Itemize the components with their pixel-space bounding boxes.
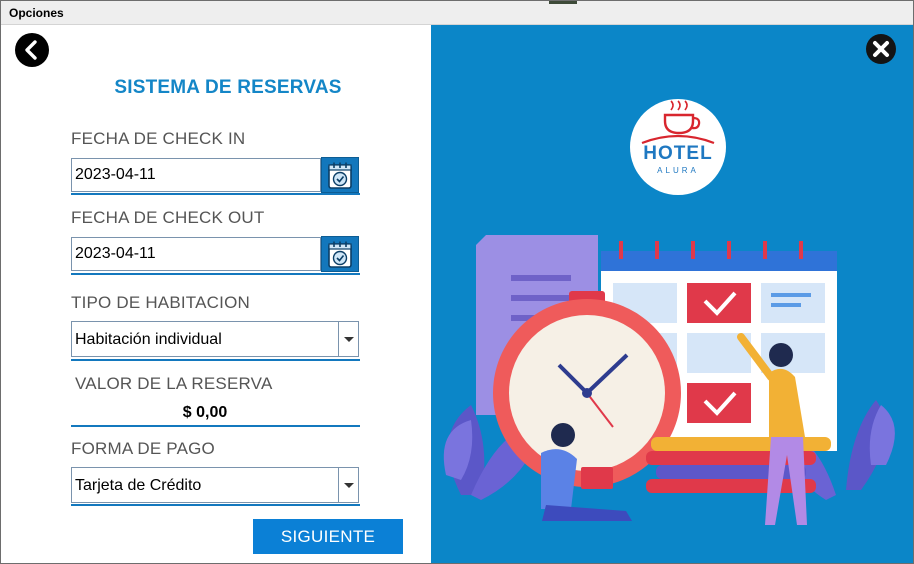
chevron-down-icon bbox=[344, 483, 354, 488]
checkout-label: FECHA DE CHECK OUT bbox=[71, 208, 265, 227]
calendar-icon bbox=[328, 241, 352, 268]
hotel-logo: HOTEL ALURA bbox=[630, 99, 726, 195]
checkout-date-input[interactable]: 2023-04-11 bbox=[71, 237, 321, 271]
checkin-calendar-button[interactable] bbox=[321, 157, 359, 193]
payment-method-label: FORMA DE PAGO bbox=[71, 439, 215, 458]
next-button[interactable]: SIGUIENTE bbox=[253, 519, 403, 554]
window-title: Opciones bbox=[9, 6, 64, 20]
checkin-date-input[interactable]: 2023-04-11 bbox=[71, 158, 321, 192]
logo-sub-text: ALURA bbox=[657, 166, 699, 175]
form-heading: SISTEMA DE RESERVAS bbox=[114, 77, 342, 98]
payment-method-selected-value: Tarjeta de Crédito bbox=[75, 477, 202, 494]
reservation-value-amount: $ 0,00 bbox=[182, 404, 228, 421]
coffee-cup-icon bbox=[641, 100, 715, 145]
close-icon bbox=[873, 41, 889, 57]
room-type-dropdown-button[interactable] bbox=[338, 322, 358, 356]
calendar-icon bbox=[328, 162, 352, 189]
title-bar[interactable]: Opciones bbox=[1, 1, 913, 25]
room-type-selected-value: Habitación individual bbox=[75, 331, 222, 348]
checkout-calendar-button[interactable] bbox=[321, 236, 359, 272]
back-button[interactable] bbox=[15, 33, 49, 67]
room-type-select[interactable]: Habitación individual bbox=[71, 321, 359, 357]
reservation-illustration bbox=[443, 235, 895, 525]
room-type-underline bbox=[71, 359, 360, 361]
back-arrow-icon bbox=[25, 40, 37, 60]
illustration-panel: HOTEL ALURA bbox=[431, 25, 913, 563]
checkin-label: FECHA DE CHECK IN bbox=[71, 129, 246, 148]
payment-method-dropdown-button[interactable] bbox=[338, 468, 358, 502]
close-button[interactable] bbox=[866, 34, 896, 64]
chevron-down-icon bbox=[344, 337, 354, 342]
logo-main-text: HOTEL bbox=[643, 143, 713, 164]
reservation-value-underline bbox=[71, 425, 360, 427]
reservation-window: Opciones SISTEMA DE RESERVAS FECHA DE CH… bbox=[0, 0, 914, 564]
reservation-form-panel: SISTEMA DE RESERVAS FECHA DE CHECK IN 20… bbox=[1, 25, 431, 563]
payment-method-select[interactable]: Tarjeta de Crédito bbox=[71, 467, 359, 503]
checkin-underline bbox=[71, 193, 360, 195]
checkout-underline bbox=[71, 273, 360, 275]
title-bar-decoration bbox=[549, 1, 577, 4]
room-type-label: TIPO DE HABITACION bbox=[71, 293, 250, 312]
payment-method-underline bbox=[71, 504, 360, 506]
reservation-value-label: VALOR DE LA RESERVA bbox=[75, 374, 273, 393]
